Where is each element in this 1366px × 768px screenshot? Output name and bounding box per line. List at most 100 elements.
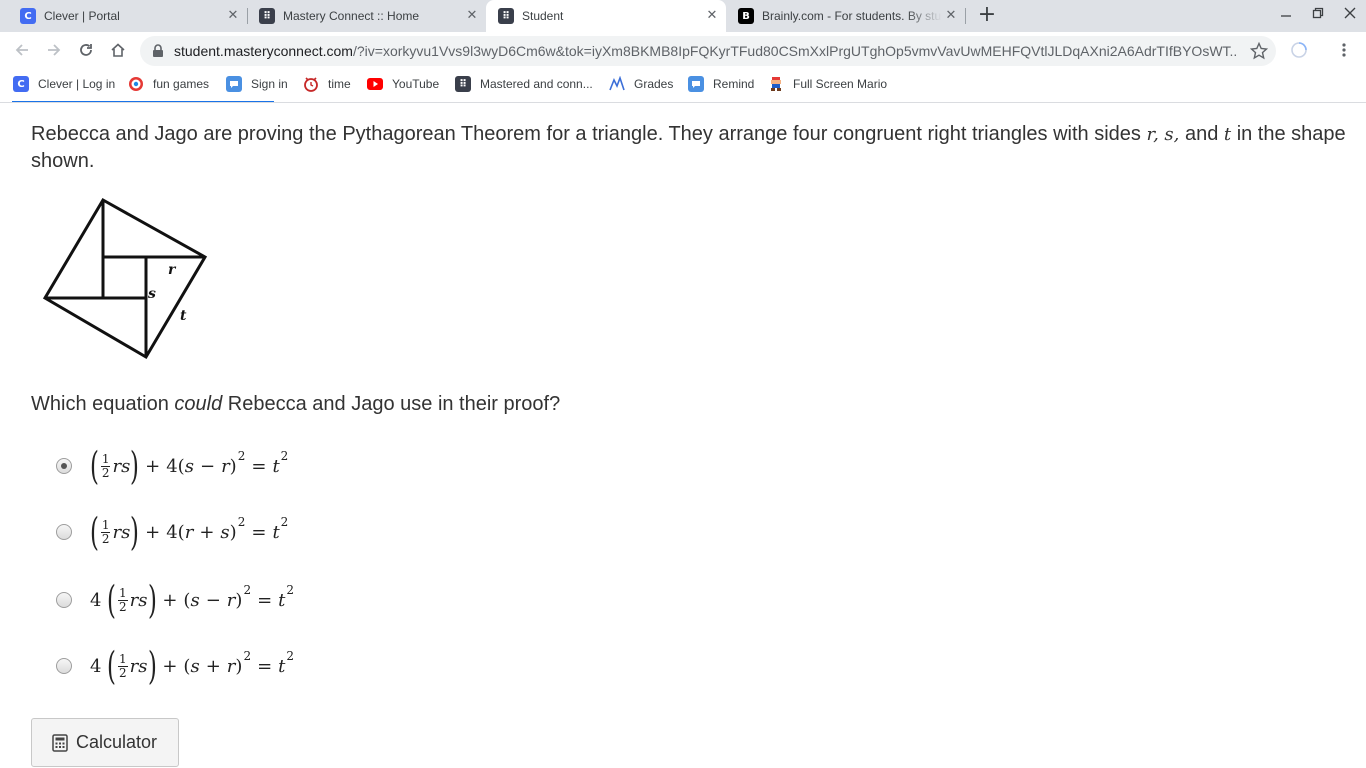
bookmark-full-screen-mario[interactable]: Full Screen Mario <box>768 75 887 93</box>
radio-choice-c[interactable] <box>56 592 72 608</box>
prompt-before: Which equation <box>31 393 175 415</box>
comma: , <box>1153 124 1159 145</box>
clock-icon <box>303 76 319 92</box>
menu-button[interactable] <box>1332 38 1356 62</box>
label-r: r <box>168 262 177 278</box>
restore-icon[interactable] <box>1308 6 1328 26</box>
bookmark-clever-login[interactable]: C Clever | Log in <box>13 75 115 93</box>
masteryconnect-icon: ⠿ <box>259 8 275 24</box>
equation-b: (1 2 rs) +4(r + s) 2 = t 2 <box>89 510 289 554</box>
outer-square <box>42 197 208 360</box>
tab-title: Brainly.com - For students. By students <box>762 9 942 23</box>
bookmark-label: fun games <box>153 77 210 91</box>
bookmark-grades[interactable]: Grades <box>609 75 673 93</box>
tab-title: Mastery Connect :: Home <box>283 9 420 23</box>
calculator-label: Calculator <box>76 732 158 752</box>
target-icon <box>128 76 144 92</box>
close-window-icon[interactable] <box>1340 6 1360 26</box>
label-s: s <box>148 286 156 302</box>
bookmark-sign-in[interactable]: Sign in <box>226 75 288 93</box>
minimize-icon[interactable] <box>1276 6 1296 26</box>
equation-d: 4 (1 2 rs) +(s + r) 2 = t 2 <box>90 644 295 688</box>
bookmark-fun-games[interactable]: fun games <box>128 75 209 93</box>
radio-choice-a[interactable] <box>56 458 72 474</box>
close-tab-icon[interactable]: ✕ <box>225 8 241 24</box>
loading-extension-icon <box>1291 42 1307 58</box>
label-t: t <box>180 308 187 324</box>
tab-title: Clever | Portal <box>44 9 120 23</box>
answer-choice-b[interactable]: (1 2 rs) +4(r + s) 2 = t 2 <box>56 512 288 552</box>
question-line-2: shown. <box>31 150 95 172</box>
youtube-icon <box>367 76 383 92</box>
toolbar-divider <box>0 102 1366 103</box>
tab-strip: C Clever | Portal ✕ ⠿ Mastery Connect ::… <box>0 0 1366 32</box>
bookmark-label: YouTube <box>392 77 440 91</box>
tab-mastery-connect-home[interactable]: ⠿ Mastery Connect :: Home ✕ <box>247 0 486 32</box>
remind-icon <box>688 76 704 92</box>
tab-student[interactable]: ⠿ Student ✕ <box>486 0 726 32</box>
forward-button[interactable] <box>42 38 66 62</box>
bookmark-label: time <box>328 77 351 91</box>
reload-icon <box>80 44 92 56</box>
answer-choice-a[interactable]: (1 2 rs) +4(s − r) 2 = t 2 <box>56 446 288 486</box>
bookmark-label: Clever | Log in <box>38 77 116 91</box>
bookmark-label: Grades <box>634 77 674 91</box>
tab-title: Student <box>522 9 564 23</box>
close-tab-icon[interactable]: ✕ <box>464 8 480 24</box>
kebab-menu-icon <box>1342 43 1346 57</box>
grades-icon <box>609 76 625 92</box>
var-s: s <box>1164 124 1174 145</box>
url-path: /?iv=xorkyvu1Vvs9l3wyD6Cm6w&tok=iyXm8BKM… <box>352 43 1238 59</box>
extension-button[interactable] <box>1287 38 1311 62</box>
mario-icon <box>768 76 784 92</box>
question-line-1-end: in the shape <box>1236 123 1346 145</box>
radio-choice-d[interactable] <box>56 658 72 674</box>
calculator-icon <box>52 733 68 752</box>
answer-choice-d[interactable]: 4 (1 2 rs) +(s + r) 2 = t 2 <box>56 646 294 686</box>
bookmark-label: Remind <box>713 77 755 91</box>
answer-choice-c[interactable]: 4 (1 2 rs) +(s − r) 2 = t 2 <box>56 580 294 620</box>
comma: , <box>1173 124 1180 145</box>
tab-separator <box>965 8 966 24</box>
back-button[interactable] <box>10 38 34 62</box>
close-tab-icon[interactable]: ✕ <box>704 8 720 24</box>
prompt-after: Rebecca and Jago use in their proof? <box>222 393 561 415</box>
pythagorean-diagram: r s t <box>42 197 208 360</box>
bookmarks-bar: C Clever | Log in fun games Sign in time… <box>0 69 1366 99</box>
calculator-button[interactable]: Calculator <box>31 718 179 767</box>
equation-a: (1 2 rs) +4(s − r) 2 = t 2 <box>89 444 289 488</box>
remind-icon <box>226 76 242 92</box>
home-button[interactable] <box>106 38 130 62</box>
var-t: t <box>1223 124 1232 145</box>
close-tab-icon[interactable]: ✕ <box>943 8 959 24</box>
equation-c: 4 (1 2 rs) +(s − r) 2 = t 2 <box>90 578 295 622</box>
bookmark-star-icon[interactable] <box>1250 42 1268 60</box>
back-arrow-icon <box>15 44 28 56</box>
clever-icon: C <box>13 76 29 92</box>
tab-clever-portal[interactable]: C Clever | Portal ✕ <box>8 0 248 32</box>
url-text[interactable]: student.masteryconnect.com/?iv=xorkyvu1V… <box>174 43 1238 59</box>
address-bar[interactable]: student.masteryconnect.com/?iv=xorkyvu1V… <box>140 36 1276 66</box>
bookmark-label: Mastered and conn... <box>480 77 593 91</box>
lock-icon[interactable] <box>152 44 164 58</box>
tab-brainly[interactable]: B Brainly.com - For students. By student… <box>726 0 966 32</box>
bookmark-remind[interactable]: Remind <box>688 75 754 93</box>
masteryconnect-icon: ⠿ <box>498 8 514 24</box>
bookmark-mastered-and-connected[interactable]: ⠿ Mastered and conn... <box>455 75 593 93</box>
bookmark-youtube[interactable]: YouTube <box>367 75 439 93</box>
bookmark-label: Full Screen Mario <box>793 77 888 91</box>
question-text: Rebecca and Jago are proving the Pythago… <box>31 121 1366 175</box>
forward-arrow-icon <box>48 44 61 56</box>
bookmark-time[interactable]: time <box>303 75 351 93</box>
radio-choice-b[interactable] <box>56 524 72 540</box>
reload-button[interactable] <box>74 38 98 62</box>
home-icon <box>111 43 125 57</box>
prompt-emphasis: could <box>174 393 223 415</box>
new-tab-button[interactable]: + <box>975 4 999 28</box>
and-word: and <box>1184 123 1219 145</box>
bookmark-label: Sign in <box>251 77 288 91</box>
url-host: student.masteryconnect.com <box>174 43 353 59</box>
brainly-icon: B <box>738 8 754 24</box>
question-prompt: Which equation could Rebecca and Jago us… <box>31 393 560 416</box>
question-line-1: Rebecca and Jago are proving the Pythago… <box>31 123 1147 145</box>
